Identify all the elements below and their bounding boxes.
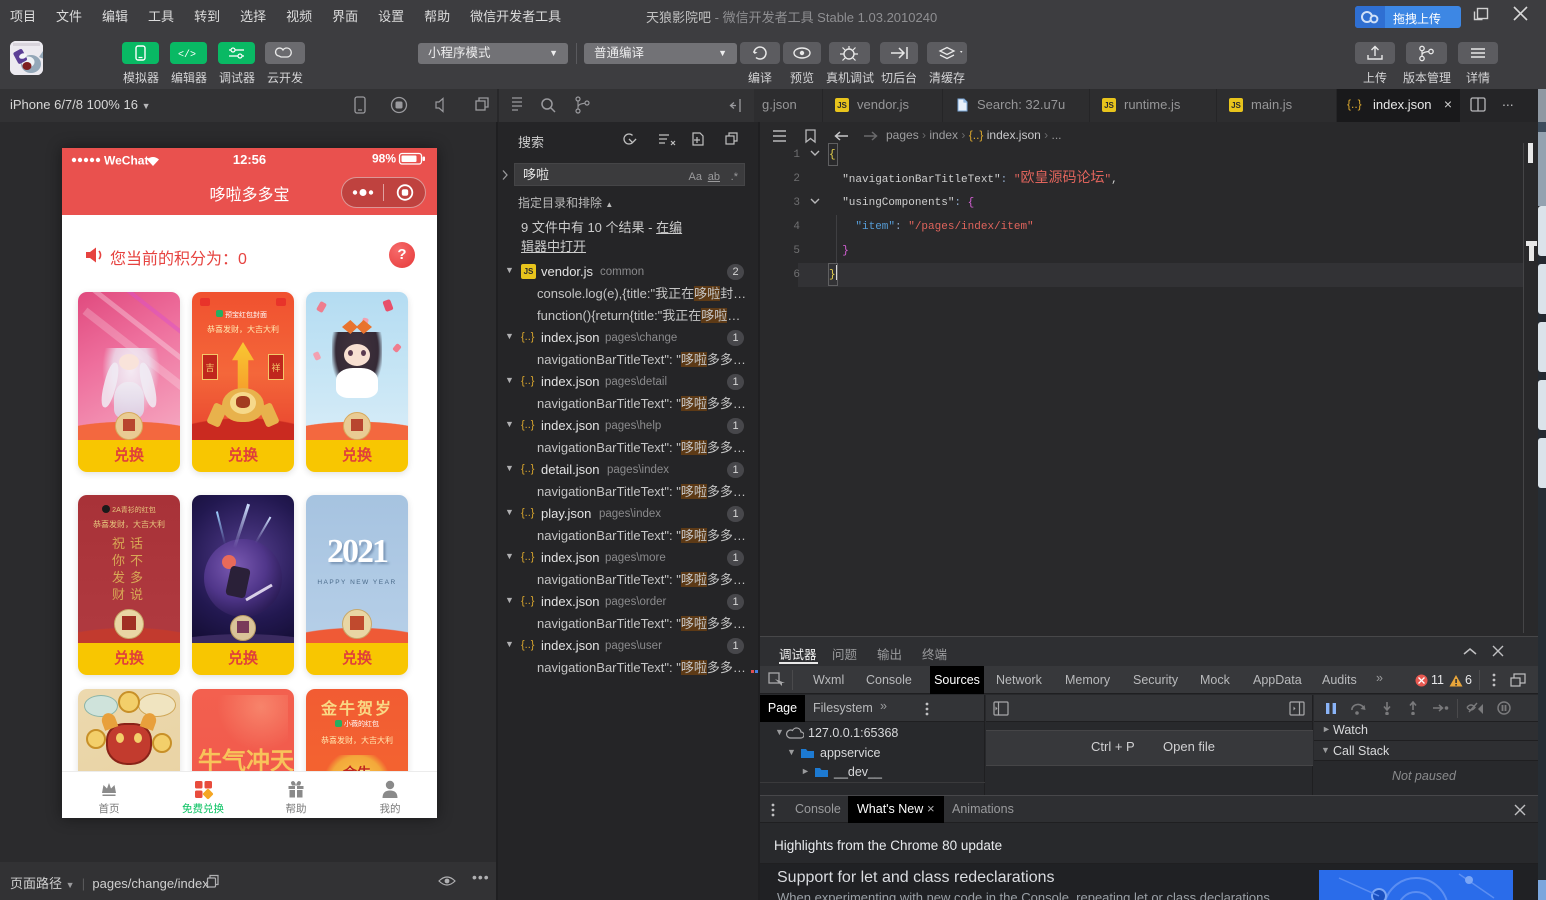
svg-text:</>: </> [178,49,196,61]
svg-text:98%: 98% [372,152,396,166]
